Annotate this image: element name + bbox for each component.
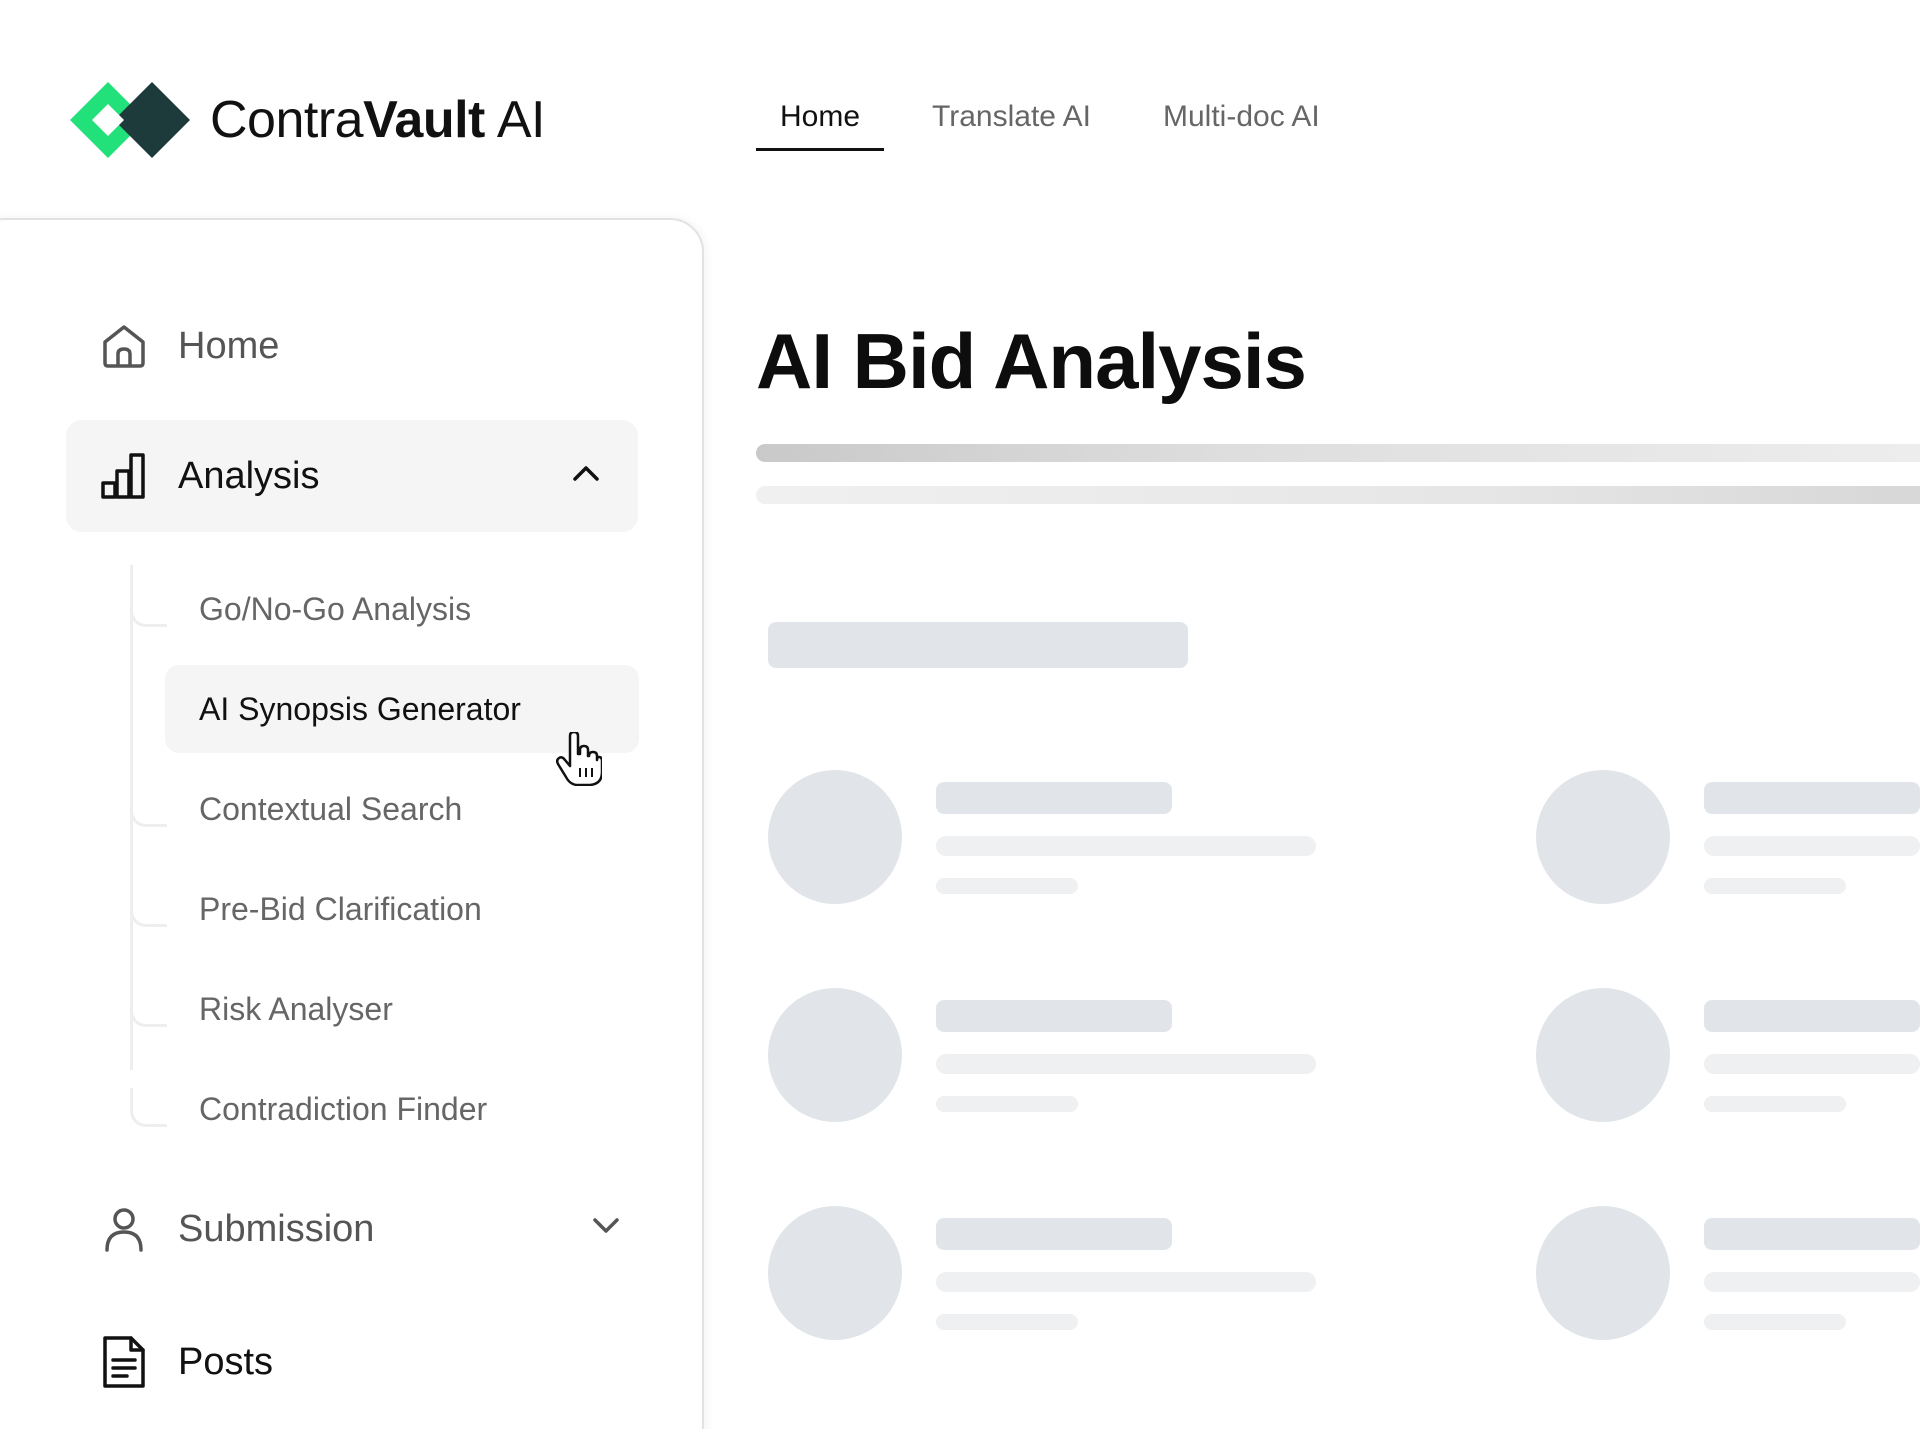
loading-skeleton-bar: [756, 486, 1920, 504]
brand-name-part1: Contra: [210, 91, 364, 149]
submenu-item-label: Contradiction Finder: [199, 1090, 488, 1127]
sidebar-item-home[interactable]: Home: [96, 318, 279, 374]
submenu-item-risk-analyser[interactable]: Risk Analyser: [165, 965, 639, 1053]
brand-name: ContraVault AI: [210, 90, 545, 150]
skeleton-line: [1704, 1054, 1920, 1074]
contravault-logo-icon: [70, 82, 190, 158]
loading-skeleton-heading: [768, 622, 1188, 668]
tab-translate-ai[interactable]: Translate AI: [908, 96, 1115, 151]
skeleton-line: [1704, 836, 1920, 856]
skeleton-line: [1704, 1096, 1846, 1112]
skeleton-line: [936, 1000, 1172, 1032]
submenu-item-go-no-go[interactable]: Go/No-Go Analysis: [165, 565, 639, 653]
submenu-item-label: Pre-Bid Clarification: [199, 890, 482, 927]
submenu-item-contradiction-finder[interactable]: Contradiction Finder: [165, 1065, 639, 1153]
submenu-item-label: Contextual Search: [199, 790, 463, 827]
sidebar-item-submission-label: Submission: [178, 1207, 375, 1250]
loading-skeleton-card: [1536, 988, 1920, 1128]
skeleton-avatar: [1536, 1206, 1670, 1340]
skeleton-line: [936, 1096, 1078, 1112]
top-nav: Home Translate AI Multi-doc AI: [756, 96, 1368, 151]
sidebar-item-analysis-label: Analysis: [178, 454, 320, 497]
loading-skeleton-card: [1536, 770, 1920, 910]
skeleton-avatar: [768, 1206, 902, 1340]
submenu-item-pre-bid-clarification[interactable]: Pre-Bid Clarification: [165, 865, 639, 953]
sidebar-item-analysis[interactable]: Analysis: [66, 420, 638, 532]
skeleton-avatar: [1536, 988, 1670, 1122]
home-icon: [96, 318, 152, 374]
skeleton-line: [936, 1272, 1316, 1292]
sidebar-item-posts-label: Posts: [178, 1340, 274, 1383]
loading-skeleton-card: [768, 1206, 1468, 1346]
loading-skeleton-bar: [756, 444, 1920, 462]
user-icon: [96, 1201, 152, 1257]
loading-skeleton-card: [1536, 1206, 1920, 1346]
skeleton-line: [936, 782, 1172, 814]
skeleton-line: [936, 1314, 1078, 1330]
skeleton-line: [936, 836, 1316, 856]
hand-pointer-cursor-icon: [555, 730, 604, 791]
tab-home[interactable]: Home: [756, 96, 885, 151]
skeleton-line: [1704, 878, 1846, 894]
skeleton-line: [936, 878, 1078, 894]
app-window: ContraVault AI Home Translate AI Multi-do…: [0, 0, 1920, 1429]
skeleton-avatar: [768, 988, 902, 1122]
skeleton-line: [1704, 782, 1920, 814]
loading-skeleton-card: [768, 988, 1468, 1128]
submenu-item-label: Risk Analyser: [199, 990, 393, 1027]
bar-chart-icon: [96, 448, 152, 504]
page-title: AI Bid Analysis: [756, 317, 1307, 405]
sidebar-item-home-label: Home: [178, 324, 280, 367]
brand-name-part3: AI: [496, 91, 546, 149]
skeleton-line: [1704, 1000, 1920, 1032]
document-icon: [96, 1334, 152, 1390]
skeleton-line: [1704, 1218, 1920, 1250]
skeleton-line: [1704, 1272, 1920, 1292]
skeleton-line: [936, 1054, 1316, 1074]
brand-name-part2: Vault: [363, 91, 485, 149]
submenu-connector: [130, 1088, 167, 1127]
skeleton-avatar: [1536, 770, 1670, 904]
sidebar-item-submission[interactable]: Submission: [96, 1201, 619, 1257]
submenu-connector: [130, 888, 167, 927]
skeleton-line: [1704, 1314, 1846, 1330]
submenu-connector: [130, 788, 167, 827]
submenu-connector: [130, 988, 167, 1027]
submenu-connector: [130, 588, 167, 627]
skeleton-avatar: [768, 770, 902, 904]
loading-skeleton-card: [768, 770, 1468, 910]
chevron-up-icon[interactable]: [570, 458, 602, 495]
tab-multi-doc-ai[interactable]: Multi-doc AI: [1139, 96, 1344, 151]
submenu-item-label: AI Synopsis Generator: [199, 690, 521, 727]
submenu-item-label: Go/No-Go Analysis: [199, 590, 472, 627]
skeleton-line: [936, 1218, 1172, 1250]
chevron-down-icon[interactable]: [590, 1208, 622, 1251]
sidebar-item-posts[interactable]: Posts: [96, 1334, 273, 1390]
brand-logo[interactable]: ContraVault AI: [70, 82, 545, 158]
